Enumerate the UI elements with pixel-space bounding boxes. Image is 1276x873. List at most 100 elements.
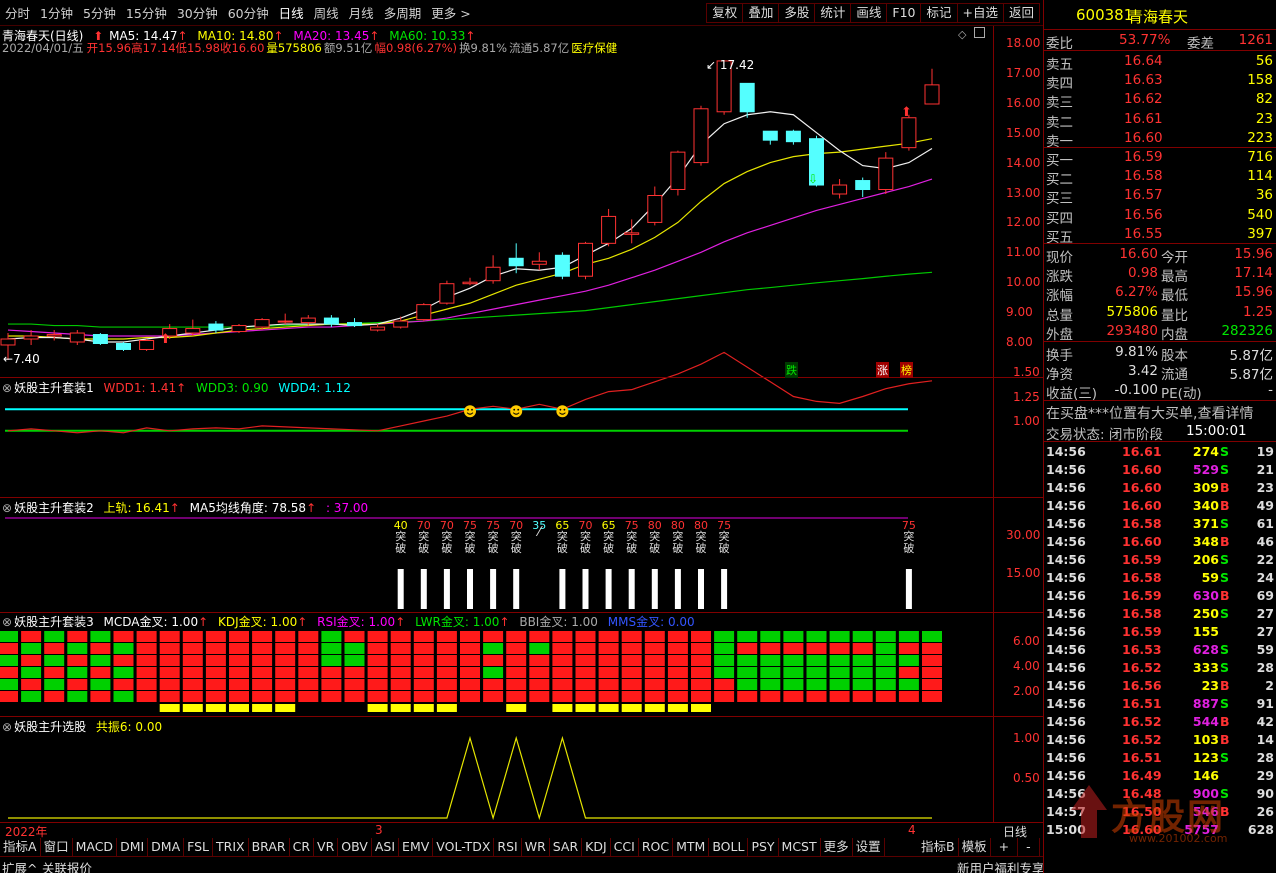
signal-cell xyxy=(390,631,411,642)
indicator-tab-更多[interactable]: 更多 xyxy=(821,838,853,856)
notice-text: 在买盘***位置有大买单,查看详情 xyxy=(1046,406,1254,422)
indicator-tab-dma[interactable]: DMA xyxy=(148,838,185,856)
indicator-tab-brar[interactable]: BRAR xyxy=(249,838,290,856)
period-tab-60min[interactable]: 60分钟 xyxy=(223,3,274,22)
indicator-tab-emv[interactable]: EMV xyxy=(399,838,434,856)
tag-down[interactable]: 跌 xyxy=(785,362,798,378)
related-quote-button[interactable]: 关联报价 xyxy=(42,858,92,873)
period-tab-monthly[interactable]: 月线 xyxy=(344,3,379,22)
indicator-tab-obv[interactable]: OBV xyxy=(338,838,372,856)
asks-row: 卖四 16.63 158 xyxy=(1044,71,1276,92)
divider xyxy=(1044,441,1276,442)
stats-button[interactable]: 统计 xyxy=(814,2,852,23)
tick-row: 14:56 16.58 59 S 24 xyxy=(1044,569,1276,587)
template-tab[interactable]: 模板 xyxy=(959,838,991,856)
indicator-tab-trix[interactable]: TRIX xyxy=(213,838,249,856)
period-tab-daily[interactable]: 日线 xyxy=(274,3,309,22)
panel-collapse-icon[interactable]: ⊗ xyxy=(2,720,12,734)
signal-cell xyxy=(852,655,873,666)
period-tab-1min[interactable]: 1分钟 xyxy=(35,3,78,22)
tag-up[interactable]: 涨 xyxy=(876,362,889,378)
period-tab-5min[interactable]: 5分钟 xyxy=(78,3,121,22)
f10-button[interactable]: F10 xyxy=(886,2,922,23)
indicator-tab-sar[interactable]: SAR xyxy=(550,838,583,856)
candle-body xyxy=(231,325,247,333)
panel2-value: : 37.00 xyxy=(325,501,369,515)
indicator-tab-macd[interactable]: MACD xyxy=(73,838,118,856)
period-tab-weekly[interactable]: 周线 xyxy=(309,3,344,22)
panel3-header: ⊗ 妖股主升套装3 MCDA金叉: 1.00↑ KDJ金叉: 1.00↑ RSI金… xyxy=(2,613,701,630)
candle-body xyxy=(578,242,593,277)
big-order-notice[interactable]: 在买盘***位置有大买单,查看详情 xyxy=(1044,402,1276,422)
signal-cell xyxy=(67,679,88,690)
multi-stock-button[interactable]: 多股 xyxy=(778,2,816,23)
tag-rank[interactable]: 榜 xyxy=(900,362,913,378)
panel-collapse-icon[interactable]: ⊗ xyxy=(2,615,12,629)
period-tab-more[interactable]: 更多 > xyxy=(426,3,475,22)
indicator-tab-cr[interactable]: CR xyxy=(290,838,315,856)
signal-cell xyxy=(875,631,896,642)
add-watchlist-button[interactable]: +自选 xyxy=(956,2,1004,23)
panel3-y-tick: 6.00 xyxy=(1013,634,1040,648)
tick-price: 16.52 xyxy=(1122,732,1162,747)
add-panel-button[interactable]: + xyxy=(991,838,1019,856)
period-tab-15min[interactable]: 15分钟 xyxy=(121,3,172,22)
draw-line-button[interactable]: 画线 xyxy=(850,2,888,23)
indicator-tab-窗口[interactable]: 窗口 xyxy=(41,838,73,856)
period-tab-fenshi[interactable]: 分时 xyxy=(0,3,35,22)
signal-cell xyxy=(298,667,319,678)
mark-button[interactable]: 标记 xyxy=(920,2,958,23)
period-tab-multi[interactable]: 多周期 xyxy=(379,3,427,22)
indicator-b-tab[interactable]: 指标B xyxy=(918,838,959,856)
signal-cell xyxy=(737,655,758,666)
indicator-tab-asi[interactable]: ASI xyxy=(372,838,400,856)
indicator-tab-vol-tdx[interactable]: VOL-TDX xyxy=(433,838,495,856)
signal-cell xyxy=(483,679,504,690)
tick-price: 16.60 xyxy=(1122,534,1162,549)
stock-name: 青海春天 xyxy=(1128,8,1189,26)
expand-button[interactable]: 扩展^ xyxy=(2,858,37,873)
tick-direction: S xyxy=(1220,660,1230,675)
indicator-tab-mcst[interactable]: MCST xyxy=(779,838,821,856)
indicator-tab-wr[interactable]: WR xyxy=(522,838,550,856)
back-button[interactable]: 返回 xyxy=(1002,2,1040,23)
signal-cell xyxy=(159,643,180,654)
indicator-tab-vr[interactable]: VR xyxy=(314,838,339,856)
period-tab-30min[interactable]: 30分钟 xyxy=(172,3,223,22)
asks-volume: 158 xyxy=(1247,72,1273,89)
signal-cell xyxy=(44,691,65,702)
signal-cell xyxy=(21,679,42,690)
panel-collapse-icon[interactable]: ⊗ xyxy=(2,381,12,395)
indicator-tab-psy[interactable]: PSY xyxy=(748,838,779,856)
signal-cell xyxy=(760,643,781,654)
indicator-tab-roc[interactable]: ROC xyxy=(639,838,674,856)
up-tick-icon: ↑ xyxy=(169,501,180,515)
indicator-tab-dmi[interactable]: DMI xyxy=(117,838,149,856)
signal-cell xyxy=(875,691,896,702)
promo-link[interactable]: 新用户福利专享 xyxy=(957,858,1045,873)
remove-panel-button[interactable]: - xyxy=(1018,838,1040,856)
panel-collapse-icon[interactable]: ⊗ xyxy=(2,501,12,515)
fuquan-button[interactable]: 复权 xyxy=(706,2,744,23)
quote-value: 282326 xyxy=(1221,322,1273,339)
indicator-tab-设置[interactable]: 设置 xyxy=(853,838,885,856)
indicator-tab-mtm[interactable]: MTM xyxy=(673,838,710,856)
indicator-tab-fsl[interactable]: FSL xyxy=(184,838,214,856)
signal-break-text: 突 xyxy=(557,529,568,543)
signal-cell xyxy=(598,679,619,690)
signal-cell xyxy=(529,667,550,678)
signal-cell xyxy=(367,679,388,690)
tick-volume: 544 xyxy=(1192,714,1219,729)
bids-label: 买二 xyxy=(1046,172,1073,189)
bids-price: 16.59 xyxy=(1124,149,1163,165)
signal-cell xyxy=(413,631,434,642)
signal-cell xyxy=(113,691,134,702)
indicator-tab-指标a[interactable]: 指标A xyxy=(0,838,41,856)
indicator-tab-cci[interactable]: CCI xyxy=(611,838,639,856)
panel3-group xyxy=(0,631,942,712)
signal-break-text: 突 xyxy=(672,529,683,543)
indicator-tab-rsi[interactable]: RSI xyxy=(494,838,522,856)
indicator-tab-kdj[interactable]: KDJ xyxy=(582,838,611,856)
overlay-button[interactable]: 叠加 xyxy=(742,2,780,23)
indicator-tab-boll[interactable]: BOLL xyxy=(709,838,749,856)
